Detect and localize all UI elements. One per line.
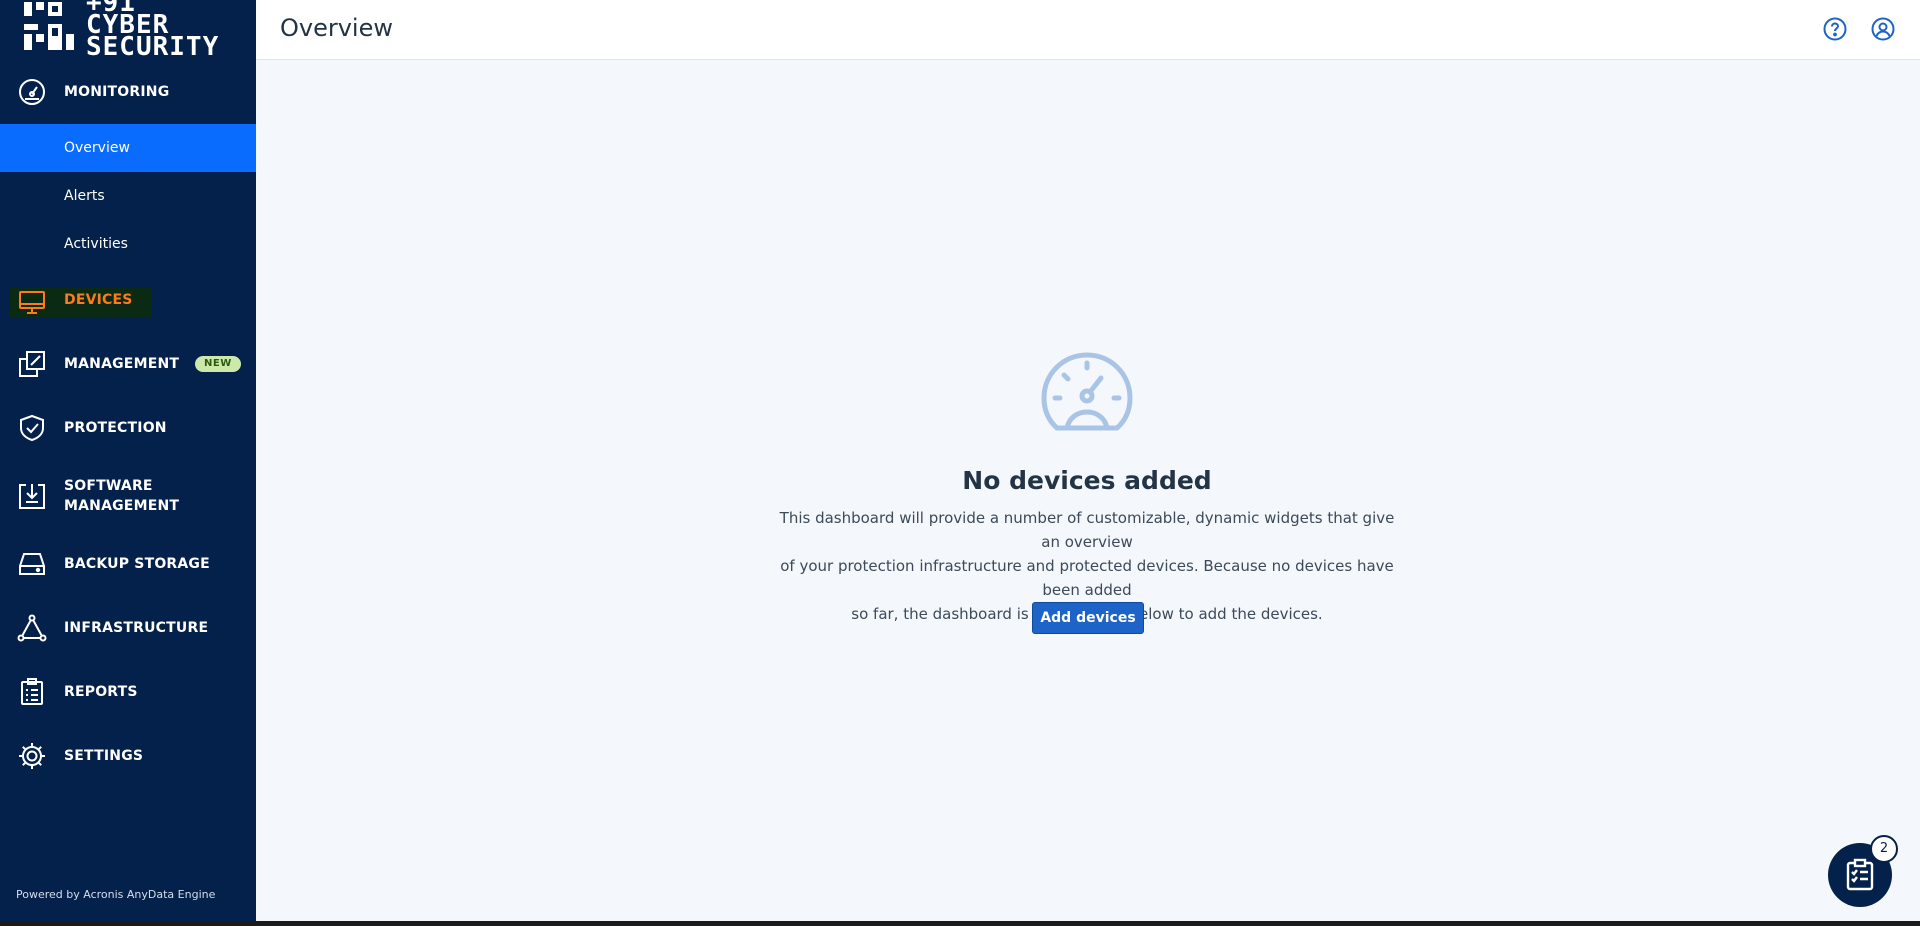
brand-logo[interactable]: +91 CYBER SECURITY (22, 0, 237, 60)
user-account-icon[interactable] (1870, 16, 1896, 42)
add-devices-button[interactable]: Add devices (1032, 602, 1144, 634)
dashboard-gauge-icon (1041, 352, 1133, 431)
sidebar-group-reports[interactable]: REPORTS (0, 676, 256, 708)
sidebar-group-software-management[interactable]: SOFTWARE MANAGEMENT (0, 476, 256, 516)
sidebar-group-label: SOFTWARE MANAGEMENT (64, 476, 179, 516)
sidebar-group-label-line-1: SOFTWARE (64, 478, 153, 494)
window-bottom-edge (0, 921, 1920, 926)
sidebar-item-overview[interactable]: Overview (0, 124, 256, 172)
sidebar-item-label: Activities (64, 236, 128, 252)
logo-mark-icon (24, 2, 74, 50)
drive-icon (16, 548, 48, 580)
sidebar-group-infrastructure[interactable]: INFRASTRUCTURE (0, 612, 256, 644)
download-tray-icon (16, 480, 48, 512)
sidebar-group-label: PROTECTION (64, 420, 167, 436)
sidebar-group-monitoring[interactable]: MONITORING (0, 76, 256, 108)
new-badge: NEW (195, 356, 241, 372)
copy-icon (16, 348, 48, 380)
sidebar-group-backup-storage[interactable]: BACKUP STORAGE (0, 548, 256, 580)
brand-wordmark: +91 CYBER SECURITY (86, 0, 220, 60)
sidebar-item-activities[interactable]: Activities (0, 220, 256, 268)
sidebar-item-label: Alerts (64, 188, 105, 204)
sidebar-group-label: BACKUP STORAGE (64, 556, 210, 572)
top-header: Overview (256, 0, 1920, 60)
gear-icon (16, 740, 48, 772)
sidebar-item-label: Overview (64, 140, 130, 156)
gauge-icon (16, 76, 48, 108)
sidebar-group-label: REPORTS (64, 684, 138, 700)
sidebar-group-settings[interactable]: SETTINGS (0, 740, 256, 772)
help-icon[interactable] (1822, 16, 1848, 42)
sidebar-group-label: DEVICES (64, 292, 133, 308)
page-title: Overview (280, 14, 393, 42)
sidebar: +91 CYBER SECURITY MONITORING Overview A… (0, 0, 256, 921)
clipboard-list-icon (16, 676, 48, 708)
empty-state-description-line-1: This dashboard will provide a number of … (779, 509, 1395, 551)
empty-state-title: No devices added (962, 466, 1212, 495)
checklist-icon (1846, 858, 1874, 891)
sidebar-group-protection[interactable]: PROTECTION (0, 412, 256, 444)
powered-by-text: Powered by Acronis AnyData Engine (16, 888, 216, 901)
triangle-nodes-icon (16, 612, 48, 644)
sidebar-group-devices[interactable]: DEVICES (0, 284, 256, 320)
logo-line-3: SECURITY (86, 32, 220, 60)
sidebar-group-label: MANAGEMENT (64, 356, 180, 372)
sidebar-group-label: SETTINGS (64, 748, 144, 764)
task-count-badge: 2 (1870, 835, 1898, 863)
sidebar-group-label: MONITORING (64, 84, 170, 100)
sidebar-item-alerts[interactable]: Alerts (0, 172, 256, 220)
shield-check-icon (16, 412, 48, 444)
empty-state-description-line-2: of your protection infrastructure and pr… (780, 557, 1394, 599)
sidebar-group-label-line-2: MANAGEMENT (64, 498, 180, 514)
sidebar-group-label: INFRASTRUCTURE (64, 620, 209, 636)
monitor-icon (16, 286, 48, 318)
